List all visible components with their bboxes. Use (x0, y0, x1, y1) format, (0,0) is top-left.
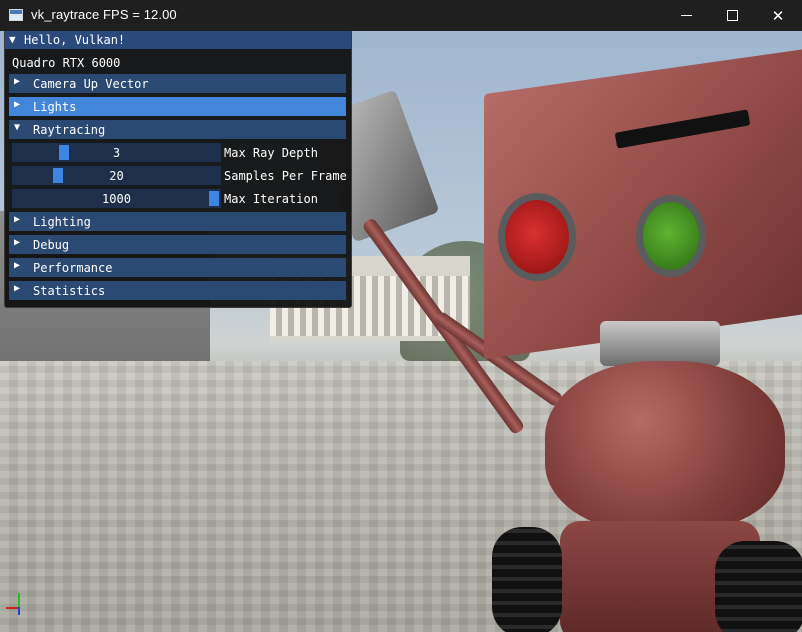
header-camera-up-vector[interactable]: ▶ Camera Up Vector (9, 74, 346, 93)
close-button[interactable]: ✕ (755, 0, 801, 31)
collapse-arrow-icon[interactable]: ▼ (9, 33, 16, 46)
collapsed-arrow-icon: ▶ (14, 76, 21, 87)
slider-label: Max Ray Depth (224, 146, 318, 160)
maximize-icon (726, 10, 738, 21)
expanded-arrow-icon: ▼ (14, 122, 21, 133)
minimize-icon (680, 15, 692, 16)
collapsed-arrow-icon: ▶ (14, 214, 21, 225)
max-ray-depth-slider[interactable]: 3 (12, 143, 221, 162)
slider-value: 3 (112, 146, 121, 160)
robot-red-eye (498, 193, 576, 281)
header-raytracing[interactable]: ▼ Raytracing (9, 120, 346, 139)
header-label: Camera Up Vector (33, 77, 149, 91)
gpu-name-text: Quadro RTX 6000 (12, 56, 121, 70)
imgui-title-bar[interactable]: ▼ Hello, Vulkan! (5, 31, 351, 49)
imgui-window[interactable]: ▼ Hello, Vulkan! Quadro RTX 6000 ▶ Camer… (4, 31, 352, 308)
robot-right-wheel (715, 541, 802, 632)
robot-left-wheel (492, 527, 562, 632)
header-label: Raytracing (33, 123, 106, 137)
minimize-button[interactable] (663, 0, 709, 31)
slider-label: Max Iteration (224, 192, 318, 206)
header-label: Statistics (33, 284, 106, 298)
window-title: vk_raytrace FPS = 12.00 (31, 7, 177, 22)
maximize-button[interactable] (709, 0, 755, 31)
slider-value: 20 (109, 169, 124, 183)
close-icon: ✕ (771, 6, 785, 25)
header-label: Lighting (33, 215, 91, 229)
header-label: Lights (33, 100, 77, 114)
header-lights[interactable]: ▶ Lights (9, 97, 346, 116)
window-titlebar[interactable]: vk_raytrace FPS = 12.00 ✕ (0, 0, 802, 31)
collapsed-arrow-icon: ▶ (14, 260, 21, 271)
header-debug[interactable]: ▶ Debug (9, 235, 346, 254)
collapsed-arrow-icon: ▶ (14, 237, 21, 248)
robot-body (545, 361, 785, 531)
samples-per-frame-slider[interactable]: 20 (12, 166, 221, 185)
header-statistics[interactable]: ▶ Statistics (9, 281, 346, 300)
slider-row-max-iteration: 1000 Max Iteration (12, 189, 347, 208)
header-performance[interactable]: ▶ Performance (9, 258, 346, 277)
slider-row-samples-per-frame: 20 Samples Per Frame (12, 166, 347, 185)
header-lighting[interactable]: ▶ Lighting (9, 212, 346, 231)
header-label: Performance (33, 261, 113, 275)
max-iteration-slider[interactable]: 1000 (12, 189, 221, 208)
axis-gizmo-icon (4, 593, 28, 619)
collapsed-arrow-icon: ▶ (14, 283, 21, 294)
app-window-icon (9, 9, 23, 21)
robot-neck (600, 321, 720, 366)
header-label: Debug (33, 238, 70, 252)
robot-green-eye (636, 195, 706, 277)
imgui-window-title: Hello, Vulkan! (24, 33, 126, 47)
collapsed-arrow-icon: ▶ (14, 99, 21, 110)
slider-label: Samples Per Frame (224, 169, 347, 183)
slider-value: 1000 (102, 192, 131, 206)
slider-row-max-ray-depth: 3 Max Ray Depth (12, 143, 347, 162)
